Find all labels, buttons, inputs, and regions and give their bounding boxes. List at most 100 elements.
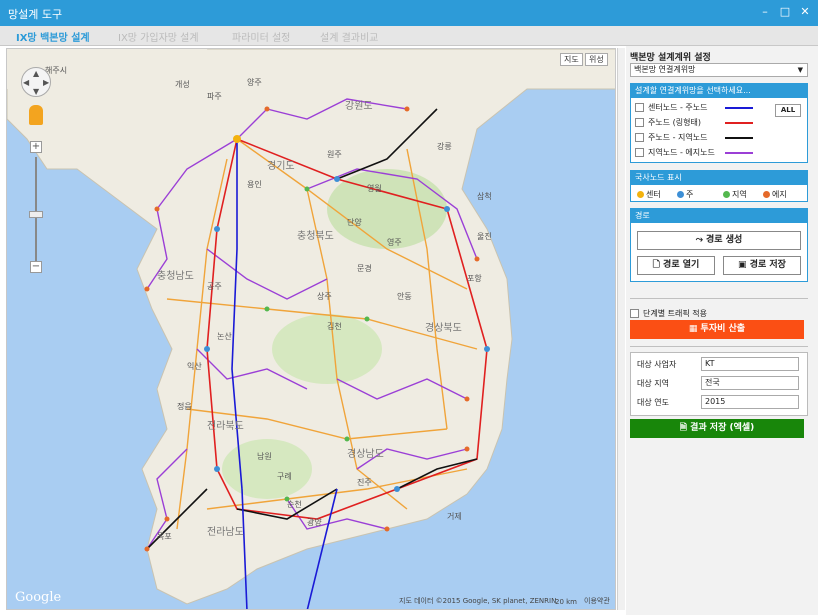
place-label: 순천 [287,499,302,509]
route-open-button[interactable]: 🗋 경로 열기 [637,256,715,275]
link-type-checkbox[interactable] [635,133,644,142]
center-node-icon [637,191,644,198]
link-type-label: 주노드 (링형태) [648,118,701,127]
excel-export-button[interactable]: 🗎 결과 저장 (엑셀) [630,419,804,438]
link-type-row[interactable]: 주노드 (링형태) [635,117,753,129]
region-node-icon [723,191,730,198]
link-type-label: 주노드 - 지역노드 [648,133,708,142]
link-type-checkbox[interactable] [635,148,644,157]
place-label: 충청남도 [157,270,194,282]
tab-result-compare[interactable]: 설계 결과비교 [320,29,378,44]
place-label: 경상남도 [347,447,384,460]
place-label: 경상북도 [425,321,462,334]
map-scale: 20 km [555,598,578,606]
place-label: 울진 [477,231,492,241]
place-label: 영월 [367,183,382,193]
place-label: 익산 [187,361,202,371]
route-box: 경로 ⤳ 경로 생성 🗋 경로 열기 ▣ 경로 저장 [630,208,808,282]
link-type-row[interactable]: 센터노드 - 주노드 [635,102,753,114]
link-type-checkbox[interactable] [635,118,644,127]
zoom-out-button[interactable]: − [30,261,42,273]
satellite-mode-button[interactable]: 위성 [585,53,608,66]
zoom-in-button[interactable]: + [30,141,42,153]
link-type-box: 설계할 연결계위망을 선택하세요... 센터노드 - 주노드 주노드 (링형태)… [630,83,808,163]
zoom-slider-handle[interactable] [29,211,43,218]
link-type-label: 센터노드 - 주노드 [648,103,708,112]
terms-link[interactable]: 이용약관 [584,596,610,606]
operator-field[interactable]: KT [701,357,799,371]
street-view-pegman-icon[interactable] [29,105,43,125]
link-color-swatch [725,137,753,139]
place-label: 원주 [327,150,342,159]
divider [630,298,808,299]
place-label: 전라남도 [207,526,244,538]
place-label: 논산 [217,331,232,341]
node-legend-label: 주 [686,190,694,199]
map-mode-button[interactable]: 지도 [560,53,583,66]
traffic-checkbox[interactable] [630,309,639,318]
minimize-button[interactable]: – [758,5,772,19]
place-label: 영주 [387,237,402,247]
place-label: 정읍 [177,401,192,411]
pan-down-icon[interactable]: ▼ [33,87,39,96]
maximize-button[interactable]: □ [778,5,792,19]
place-label: 파주 [207,92,222,101]
node-legend-label: 센터 [646,190,661,199]
operator-label: 대상 사업자 [637,360,677,369]
pan-left-icon[interactable]: ◀ [23,78,29,87]
tab-subscriber-design[interactable]: IX망 가입자망 설계 [118,29,199,44]
place-label: 김천 [327,321,342,331]
design-unit-label: 백본망 설계계위 설정 [630,53,711,63]
control-panel: 백본망 설계계위 설정 백본망 연결계위망 ▼ 설계할 연결계위망을 선택하세요… [626,46,818,615]
map-view[interactable]: 해주시 개성 파주 양주 강원도 원주 경기도 용인 영월 단양 충청북도 문경… [6,48,616,610]
year-field[interactable]: 2015 [701,395,799,409]
place-label: 구례 [277,471,292,481]
route-save-button[interactable]: ▣ 경로 저장 [723,256,801,275]
korea-network-map: 해주시 개성 파주 양주 강원도 원주 경기도 용인 영월 단양 충청북도 문경… [7,49,615,609]
tab-parameter-settings[interactable]: 파라미터 설정 [232,29,290,44]
link-type-header: 설계할 연결계위망을 선택하세요... [631,84,807,98]
invest-cost-button[interactable]: ▦ 투자비 산출 [630,320,804,339]
place-label: 진주 [357,477,372,487]
design-unit-value: 백본망 연결계위망 [634,65,696,74]
map-scrollbar[interactable] [617,48,625,610]
pan-control[interactable]: ▲ ◀ ▶ ▼ [21,67,51,97]
target-info-box: 대상 사업자 KT 대상 지역 전국 대상 연도 2015 [630,352,808,416]
place-label: 용인 [247,179,262,189]
close-button[interactable]: ✕ [798,5,812,19]
excel-icon: 🗎 [679,423,691,433]
route-create-button[interactable]: ⤳ 경로 생성 [637,231,801,250]
route-create-label: 경로 생성 [706,235,743,245]
node-legend-item: 센터 [637,189,661,200]
pan-right-icon[interactable]: ▶ [43,78,49,87]
tab-backbone-design[interactable]: IX망 백본망 설계 [16,29,90,44]
place-label: 양주 [247,78,262,87]
region-field[interactable]: 전국 [701,376,799,390]
year-label: 대상 연도 [637,398,669,407]
invest-cost-label: 투자비 산출 [700,324,746,334]
link-type-checkbox[interactable] [635,103,644,112]
link-color-swatch [725,152,753,154]
node-legend-item: 지역 [723,189,747,200]
pan-up-icon[interactable]: ▲ [33,69,39,78]
place-label: 광양 [307,517,322,527]
link-type-label: 지역노드 - 에지노드 [648,148,715,157]
traffic-option[interactable]: 단계별 트래픽 적용 [630,308,707,319]
select-all-button[interactable]: ALL [775,104,801,117]
main-node-icon [677,191,684,198]
link-type-row[interactable]: 주노드 - 지역노드 [635,132,753,144]
place-label: 상주 [317,291,332,301]
place-label: 삼척 [477,191,492,201]
chevron-down-icon: ▼ [797,66,803,74]
link-color-swatch [725,122,753,124]
place-label: 강원도 [345,100,373,112]
link-type-row[interactable]: 지역노드 - 에지노드 [635,147,753,159]
divider [630,346,808,347]
node-legend-item: 에지 [763,189,787,200]
node-legend-label: 에지 [772,190,787,199]
route-open-label: 경로 열기 [663,260,700,270]
design-unit-select[interactable]: 백본망 연결계위망 ▼ [630,63,808,77]
place-label: 경기도 [267,159,295,172]
save-disk-icon: ▣ [738,260,750,270]
excel-export-label: 결과 저장 (엑셀) [690,423,755,433]
